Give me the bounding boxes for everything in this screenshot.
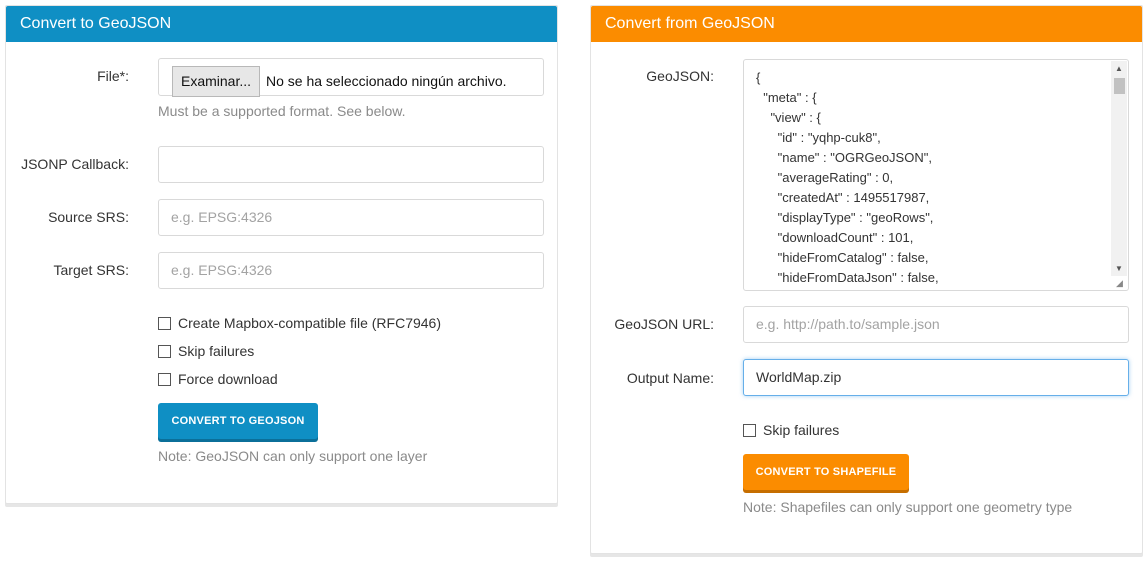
force-download-option[interactable]: Force download bbox=[158, 371, 278, 387]
scroll-up-icon[interactable]: ▲ bbox=[1111, 61, 1127, 76]
target-srs-label: Target SRS: bbox=[53, 262, 129, 278]
geojson-text: { "meta" : { "view" : { "id" : "yqhp-cuk… bbox=[756, 70, 939, 285]
geojson-label: GeoJSON: bbox=[646, 68, 714, 84]
geojson-textarea[interactable]: { "meta" : { "view" : { "id" : "yqhp-cuk… bbox=[743, 59, 1129, 291]
skip-failures-checkbox[interactable] bbox=[158, 344, 171, 358]
convert-from-geojson-panel: Convert from GeoJSON GeoJSON: { "meta" :… bbox=[590, 5, 1143, 554]
geojson-url-label: GeoJSON URL: bbox=[614, 316, 714, 332]
file-label: File*: bbox=[97, 68, 129, 84]
mapbox-compatible-option[interactable]: Create Mapbox-compatible file (RFC7946) bbox=[158, 315, 441, 331]
force-download-label: Force download bbox=[178, 371, 278, 387]
source-srs-label: Source SRS: bbox=[48, 209, 129, 225]
geojson-note: Note: GeoJSON can only support one layer bbox=[158, 448, 428, 464]
mapbox-checkbox[interactable] bbox=[158, 316, 171, 330]
file-status: No se ha seleccionado ningún archivo. bbox=[266, 73, 507, 89]
target-srs-input[interactable]: e.g. EPSG:4326 bbox=[158, 252, 544, 289]
file-help: Must be a supported format. See below. bbox=[158, 103, 406, 119]
textarea-scrollbar[interactable]: ▲ ▼ bbox=[1111, 61, 1127, 276]
convert-to-shapefile-button[interactable]: CONVERT TO SHAPEFILE bbox=[743, 454, 909, 490]
resize-grip-icon[interactable]: ◢ bbox=[1116, 278, 1126, 288]
convert-to-geojson-button[interactable]: CONVERT TO GEOJSON bbox=[158, 403, 318, 439]
shapefile-note: Note: Shapefiles can only support one ge… bbox=[743, 499, 1073, 515]
geojson-url-input[interactable]: e.g. http://path.to/sample.json bbox=[743, 306, 1129, 343]
scroll-down-icon[interactable]: ▼ bbox=[1111, 261, 1127, 276]
output-name-input[interactable]: WorldMap.zip bbox=[743, 359, 1129, 396]
panel-title: Convert to GeoJSON bbox=[6, 6, 557, 42]
source-srs-input[interactable]: e.g. EPSG:4326 bbox=[158, 199, 544, 236]
skip-failures-label: Skip failures bbox=[763, 422, 840, 438]
file-input[interactable]: Examinar... No se ha seleccionado ningún… bbox=[158, 58, 544, 97]
skip-failures-checkbox[interactable] bbox=[743, 423, 756, 437]
skip-failures-option[interactable]: Skip failures bbox=[158, 343, 254, 359]
browse-button[interactable]: Examinar... bbox=[172, 66, 260, 97]
panel-title: Convert from GeoJSON bbox=[591, 6, 1142, 42]
skip-failures-option[interactable]: Skip failures bbox=[743, 422, 839, 438]
mapbox-label: Create Mapbox-compatible file (RFC7946) bbox=[178, 315, 441, 331]
skip-failures-label: Skip failures bbox=[178, 343, 255, 359]
convert-to-geojson-panel: Convert to GeoJSON File*: Examinar... No… bbox=[5, 5, 558, 504]
scroll-thumb[interactable] bbox=[1114, 78, 1125, 94]
jsonp-label: JSONP Callback: bbox=[21, 156, 129, 172]
jsonp-callback-input[interactable] bbox=[158, 146, 544, 183]
force-download-checkbox[interactable] bbox=[158, 372, 171, 386]
output-name-label: Output Name: bbox=[626, 370, 714, 386]
